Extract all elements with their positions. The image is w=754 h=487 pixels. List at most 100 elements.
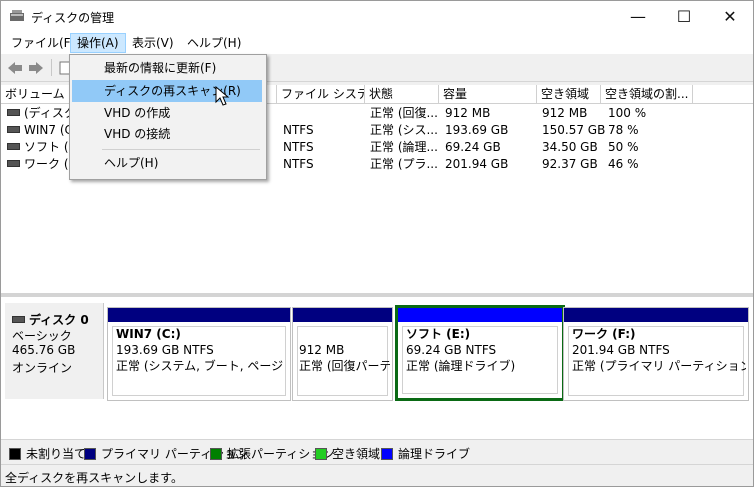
- partition-status: 正常 (システム, ブート, ページ ファイル: [116, 359, 288, 373]
- partition-e-selected[interactable]: ソフト (E:) 69.24 GB NTFS 正常 (論理ドライブ): [395, 305, 565, 401]
- menu-bar: ファイル(F) 操作(A) 表示(V) ヘルプ(H): [1, 32, 753, 54]
- legend-free-space: 空き領域: [315, 445, 380, 462]
- disk-map: ディスク 0 ベーシック 465.76 GB オンライン WIN7 (C:) 1…: [1, 297, 753, 439]
- free-percent-cell: 46 %: [608, 157, 639, 171]
- volume-cell: (ディスク 0: [7, 105, 69, 122]
- legend-swatch: [315, 447, 327, 460]
- free-percent-cell: 50 %: [608, 140, 639, 154]
- disk-name: ディスク 0: [12, 311, 89, 328]
- mouse-cursor-icon: [215, 86, 230, 106]
- close-button[interactable]: ✕: [707, 1, 753, 32]
- capacity-cell: 193.69 GB: [445, 123, 509, 137]
- back-arrow-icon[interactable]: [7, 60, 23, 76]
- menu-separator: [102, 149, 260, 150]
- forward-arrow-icon[interactable]: [28, 60, 44, 76]
- title-bar: ディスクの管理 — ☐ ✕: [1, 1, 753, 32]
- partition-size: 201.94 GB NTFS: [572, 343, 670, 357]
- free-percent-cell: 78 %: [608, 123, 639, 137]
- status-bar: 全ディスクを再スキャンします。: [1, 464, 753, 486]
- action-menu-dropdown: 最新の情報に更新(F) ディスクの再スキャン(R) VHD の作成 VHD の接…: [69, 54, 267, 180]
- drive-icon: [7, 143, 20, 150]
- legend-swatch: [210, 447, 222, 460]
- free-space-cell: 150.57 GB: [542, 123, 606, 137]
- partition-size: 912 MB: [299, 343, 345, 357]
- capacity-cell: 69.24 GB: [445, 140, 501, 154]
- legend-swatch: [84, 447, 96, 460]
- volume-cell: WIN7 (C:: [7, 122, 69, 139]
- menu-item-rescan-disks[interactable]: ディスクの再スキャン(R): [72, 80, 262, 102]
- logical-drive-band: [398, 308, 562, 322]
- disk-icon: [12, 316, 25, 323]
- legend: 未割り当て プライマリ パーティション 拡張パーティション 空き領域 論理ドライ…: [1, 439, 753, 462]
- menu-action[interactable]: 操作(A): [70, 33, 126, 53]
- partition-name: ワーク (F:): [572, 327, 636, 341]
- menu-view[interactable]: 表示(V): [126, 34, 180, 52]
- window-title: ディスクの管理: [31, 11, 115, 25]
- partition-name: [299, 326, 390, 342]
- disk-state: オンライン: [12, 361, 73, 375]
- disk-type: ベーシック: [12, 329, 72, 343]
- header-filesystem[interactable]: ファイル システム: [277, 85, 365, 104]
- volume-cell: ワーク (F:): [7, 156, 69, 173]
- capacity-cell: 912 MB: [445, 106, 491, 120]
- partition-c[interactable]: WIN7 (C:) 193.69 GB NTFS 正常 (システム, ブート, …: [107, 307, 291, 401]
- primary-partition-band: [108, 308, 290, 322]
- partition-f[interactable]: ワーク (F:) 201.94 GB NTFS 正常 (プライマリ パーティショ…: [563, 307, 749, 401]
- partition-status: 正常 (プライマリ パーティション): [572, 359, 746, 373]
- header-filler: [693, 85, 753, 104]
- legend-swatch: [9, 447, 21, 460]
- legend-unallocated: 未割り当て: [9, 445, 86, 462]
- header-free-percent[interactable]: 空き領域の割...: [601, 85, 693, 104]
- free-space-cell: 34.50 GB: [542, 140, 598, 154]
- partition-text: ソフト (E:) 69.24 GB NTFS 正常 (論理ドライブ): [406, 326, 560, 374]
- filesystem-cell: NTFS: [283, 140, 314, 154]
- drive-icon: [7, 126, 20, 133]
- drive-icon: [7, 160, 20, 167]
- capacity-cell: 201.94 GB: [445, 157, 509, 171]
- maximize-button[interactable]: ☐: [661, 1, 707, 32]
- free-space-cell: 912 MB: [542, 106, 588, 120]
- disk-management-window: ディスクの管理 — ☐ ✕ ファイル(F) 操作(A) 表示(V) ヘルプ(H)…: [0, 0, 754, 487]
- legend-swatch: [381, 447, 393, 460]
- partition-text: WIN7 (C:) 193.69 GB NTFS 正常 (システム, ブート, …: [116, 326, 288, 374]
- filesystem-cell: NTFS: [283, 157, 314, 171]
- disk-management-app-icon: [10, 10, 24, 21]
- maximize-icon: ☐: [676, 7, 692, 26]
- menu-help[interactable]: ヘルプ(H): [181, 34, 247, 52]
- close-icon: ✕: [723, 7, 737, 26]
- partition-name: ソフト (E:): [406, 327, 471, 341]
- primary-partition-band: [564, 308, 748, 322]
- drive-icon: [7, 109, 20, 116]
- status-cell: 正常 (シス...: [370, 123, 438, 137]
- header-free-space[interactable]: 空き領域: [537, 85, 601, 104]
- partition-text: ワーク (F:) 201.94 GB NTFS 正常 (プライマリ パーティショ…: [572, 326, 746, 374]
- partition-size: 193.69 GB NTFS: [116, 343, 214, 357]
- partition-name: WIN7 (C:): [116, 327, 181, 341]
- status-cell: 正常 (プラ...: [370, 157, 438, 171]
- partition-text: 912 MB 正常 (回復パーティ: [299, 326, 390, 374]
- status-text: 全ディスクを再スキャンします。: [5, 471, 183, 485]
- minimize-icon: —: [630, 7, 646, 26]
- partition-size: 69.24 GB NTFS: [406, 343, 497, 357]
- menu-item-create-vhd[interactable]: VHD の作成: [72, 102, 262, 124]
- toolbar-separator: [51, 59, 52, 76]
- partition-recovery[interactable]: 912 MB 正常 (回復パーティ: [292, 307, 393, 401]
- partition-status: 正常 (論理ドライブ): [406, 359, 516, 373]
- menu-item-attach-vhd[interactable]: VHD の接続: [72, 123, 262, 145]
- menu-item-refresh[interactable]: 最新の情報に更新(F): [72, 57, 262, 79]
- disk-info-panel[interactable]: ディスク 0 ベーシック 465.76 GB オンライン: [5, 303, 104, 399]
- legend-logical: 論理ドライブ: [381, 445, 470, 462]
- header-status[interactable]: 状態: [365, 85, 439, 104]
- minimize-button[interactable]: —: [615, 1, 661, 32]
- status-cell: 正常 (論理...: [370, 140, 438, 154]
- header-capacity[interactable]: 容量: [439, 85, 537, 104]
- filesystem-cell: NTFS: [283, 123, 314, 137]
- menu-item-help[interactable]: ヘルプ(H): [72, 152, 262, 174]
- free-space-cell: 92.37 GB: [542, 157, 598, 171]
- disk-size: 465.76 GB: [12, 343, 76, 357]
- status-cell: 正常 (回復...: [370, 106, 438, 120]
- primary-partition-band: [293, 308, 392, 322]
- volume-cell: ソフト (E:): [7, 139, 69, 156]
- free-percent-cell: 100 %: [608, 106, 647, 120]
- partition-status: 正常 (回復パーティ: [299, 359, 390, 373]
